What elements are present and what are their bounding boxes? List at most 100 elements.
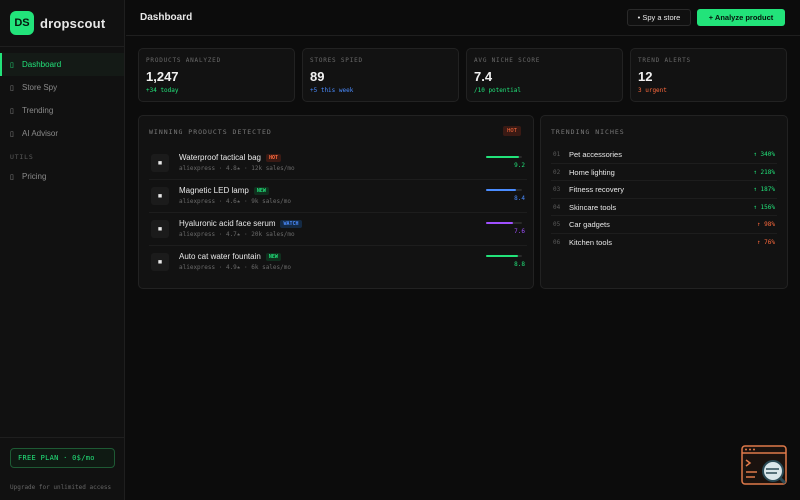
niche-row[interactable]: 01 Pet accessories ↑ 340% (551, 146, 777, 164)
stat-card-products: PRODUCTS ANALYZED 1,247 +34 today (138, 48, 295, 102)
sidebar-section-label: UTILS (10, 153, 34, 161)
niche-growth: ↑ 76% (756, 238, 775, 246)
sidebar-nav: ▯ Dashboard ▯ Store Spy ▯ Trending ▯ AI … (0, 47, 124, 188)
product-name: Hyaluronic acid face serum (179, 219, 276, 228)
niche-growth: ↑ 340% (753, 151, 775, 158)
stat-value: 12 (638, 69, 653, 84)
product-row[interactable]: ■ Waterproof tactical bag HOT aliexpress … (149, 147, 527, 180)
product-tag: WATCH (280, 220, 302, 228)
top-bar: Dashboard • Spy a store + Analyze produc… (126, 0, 800, 36)
product-tag: HOT (265, 154, 281, 162)
stat-label: TREND ALERTS (638, 57, 691, 64)
product-name-line: Hyaluronic acid face serum WATCH (179, 219, 302, 228)
plan-badge[interactable]: FREE PLAN · 0$/mo (10, 448, 115, 468)
sidebar-item-trending[interactable]: ▯ Trending (0, 99, 124, 122)
score-bar (486, 156, 522, 158)
product-score: 7.6 (514, 228, 525, 235)
sidebar-item-pricing[interactable]: ▯ Pricing (0, 165, 124, 188)
sidebar-item-dashboard[interactable]: ▯ Dashboard (0, 53, 124, 76)
page-title: Dashboard (140, 12, 193, 23)
analyze-product-button[interactable]: + Analyze product (697, 9, 785, 26)
stat-sub: +34 today (146, 87, 179, 94)
stat-label: AVG NICHE SCORE (474, 57, 541, 64)
niche-index: 04 (553, 203, 561, 211)
niche-name: Car gadgets (569, 220, 610, 229)
product-name: Waterproof tactical bag (179, 153, 261, 162)
niche-growth: ↑ 218% (753, 168, 775, 176)
panel-title: TRENDING NICHES (551, 128, 625, 136)
sidebar-item-label: AI Advisor (22, 129, 59, 138)
terminal-search-icon (741, 445, 787, 485)
grid-icon: ▯ (10, 61, 14, 69)
sidebar: DS dropscout ▯ Dashboard ▯ Store Spy ▯ T… (0, 0, 125, 500)
stat-sub: 3 urgent (638, 87, 667, 94)
trend-icon: ▯ (10, 107, 14, 115)
product-meta: aliexpress · 4.6★ · 9k sales/mo (179, 198, 291, 205)
product-name: Auto cat water fountain (179, 252, 261, 261)
floating-assistant-button[interactable] (741, 445, 789, 487)
product-name-line: Auto cat water fountain NEW (179, 252, 281, 261)
sidebar-item-store-spy[interactable]: ▯ Store Spy (0, 76, 124, 99)
sidebar-item-ai-advisor[interactable]: ▯ AI Advisor (0, 122, 124, 145)
stat-value: 89 (310, 69, 325, 84)
product-thumb-icon: ■ (151, 187, 169, 205)
product-thumb-icon: ■ (151, 220, 169, 238)
score-fill (486, 189, 517, 191)
product-tag: NEW (265, 253, 281, 261)
niche-index: 02 (553, 168, 561, 176)
niche-name: Kitchen tools (569, 237, 612, 247)
sidebar-divider (0, 437, 125, 438)
niche-row[interactable]: 06 Kitchen tools ↑ 76% (551, 234, 777, 252)
niche-row[interactable]: 04 Skincare tools ↑ 156% (551, 199, 777, 216)
winning-products-panel: WINNING PRODUCTS DETECTED HOT ■ Waterpro… (138, 115, 534, 289)
product-row[interactable]: ■ Hyaluronic acid face serum WATCH aliexp… (149, 213, 527, 246)
niche-index: 03 (553, 186, 561, 193)
spark-icon: ▯ (10, 130, 14, 138)
stat-sub: /10 potential (474, 87, 521, 94)
tag-icon: ▯ (10, 173, 14, 181)
stat-card-trend-alerts: TREND ALERTS 12 3 urgent (630, 48, 787, 102)
niche-index: 06 (553, 238, 561, 246)
product-score: 8.4 (514, 195, 525, 202)
sidebar-item-label: Store Spy (22, 83, 58, 92)
product-row[interactable]: ■ Magnetic LED lamp NEW aliexpress · 4.6★… (149, 180, 527, 213)
plan-note: Upgrade for unlimited access (10, 484, 112, 491)
niche-name: Skincare tools (569, 202, 617, 212)
sidebar-item-label: Pricing (22, 172, 47, 181)
niche-row[interactable]: 05 Car gadgets ↑ 98% (551, 216, 777, 234)
product-thumb-icon: ■ (151, 154, 169, 172)
niche-index: 01 (553, 151, 561, 158)
product-row[interactable]: ■ Auto cat water fountain NEW aliexpress … (149, 246, 527, 279)
score-bar (486, 255, 522, 257)
product-name: Magnetic LED lamp (179, 186, 249, 195)
brand[interactable]: DS dropscout (0, 0, 124, 47)
product-meta: aliexpress · 4.8★ · 12k sales/mo (179, 165, 295, 172)
product-name-line: Waterproof tactical bag HOT (179, 153, 281, 162)
sidebar-item-label: Dashboard (22, 60, 62, 69)
brand-name: dropscout (40, 15, 106, 31)
stat-sub: +5 this week (310, 87, 354, 94)
stat-value: 1,247 (146, 69, 179, 84)
product-score: 9.2 (514, 162, 525, 169)
niche-growth: ↑ 156% (753, 203, 775, 211)
score-bar (486, 189, 522, 191)
spy-store-button[interactable]: • Spy a store (627, 9, 691, 26)
panel-title: WINNING PRODUCTS DETECTED (149, 128, 272, 136)
score-fill (486, 156, 520, 158)
niche-index: 05 (553, 221, 561, 228)
product-name-line: Magnetic LED lamp NEW (179, 186, 269, 195)
niche-row[interactable]: 03 Fitness recovery ↑ 187% (551, 181, 777, 199)
product-tag: NEW (253, 187, 269, 195)
trending-niches-panel: TRENDING NICHES 01 Pet accessories ↑ 340… (540, 115, 788, 289)
stat-value: 7.4 (474, 69, 493, 84)
niche-growth: ↑ 98% (756, 221, 775, 228)
score-bar (486, 222, 522, 224)
stat-label: PRODUCTS ANALYZED (146, 57, 222, 64)
score-fill (486, 255, 518, 257)
product-meta: aliexpress · 4.9★ · 6k sales/mo (179, 264, 291, 271)
product-meta: aliexpress · 4.7★ · 20k sales/mo (179, 231, 295, 238)
niche-name: Fitness recovery (569, 185, 625, 194)
product-score: 8.8 (514, 261, 525, 268)
niche-row[interactable]: 02 Home lighting ↑ 218% (551, 164, 777, 181)
niche-name: Home lighting (569, 167, 615, 177)
